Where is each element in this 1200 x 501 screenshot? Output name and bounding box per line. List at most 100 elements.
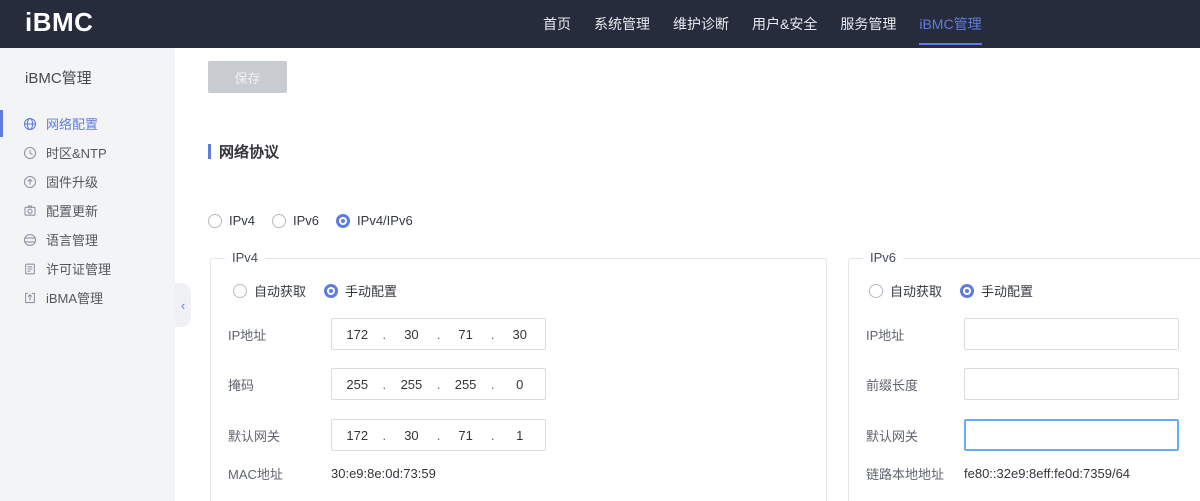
radio-icon[interactable]: [233, 284, 247, 298]
chevron-left-icon: ‹: [181, 298, 185, 313]
octet-input[interactable]: 255: [440, 377, 491, 392]
radio-label: IPv4: [229, 213, 255, 228]
ipv4-mask-input[interactable]: 255 . 255 . 255 . 0: [331, 368, 546, 400]
field-label: 前缀长度: [866, 375, 964, 394]
ipv6-fieldset: IPv6 自动获取 手动配置 IP地址 前缀长度 默认网关 链路本地地址: [848, 258, 1200, 501]
radio-icon-checked[interactable]: [336, 214, 350, 228]
field-label: MAC地址: [228, 464, 331, 483]
top-nav: 首页 系统管理 维护诊断 用户&安全 服务管理 iBMC管理: [543, 0, 982, 48]
ipv6-prefix-input[interactable]: [964, 368, 1179, 400]
radio-icon[interactable]: [208, 214, 222, 228]
octet-input[interactable]: 71: [440, 327, 491, 342]
ipv4-legend: IPv4: [225, 250, 265, 265]
radio-icon-checked[interactable]: [960, 284, 974, 298]
octet-input[interactable]: 0: [494, 377, 545, 392]
octet-input[interactable]: 30: [386, 327, 437, 342]
ipv6-legend: IPv6: [863, 250, 903, 265]
timezone-clock-icon: [23, 146, 37, 160]
nav-item-ibmc-management[interactable]: iBMC管理: [919, 0, 981, 48]
section-title: 网络协议: [219, 141, 279, 162]
octet-input[interactable]: 71: [440, 428, 491, 443]
ipv6-ip-input[interactable]: [964, 318, 1179, 350]
ipv6-gateway-input[interactable]: [964, 419, 1179, 451]
sidebar-item-label: 固件升级: [46, 172, 98, 191]
nav-item-home[interactable]: 首页: [543, 0, 571, 48]
section-accent-bar: [208, 144, 211, 159]
firmware-upgrade-icon: [23, 175, 37, 189]
field-label: 链路本地地址: [866, 464, 964, 483]
ipv6-link-local-row: 链路本地地址 fe80::32e9:8eff:fe0d:7359/64: [866, 463, 1130, 483]
octet-input[interactable]: 172: [332, 428, 383, 443]
config-update-icon: [23, 204, 37, 218]
sidebar-title: iBMC管理: [25, 67, 92, 88]
ipv6-mode-radio-group: 自动获取 手动配置: [869, 281, 1033, 300]
octet-input[interactable]: 255: [386, 377, 437, 392]
license-icon: [23, 262, 37, 276]
sidebar-item-firmware-upgrade[interactable]: 固件升级: [0, 167, 175, 196]
field-label: 掩码: [228, 375, 331, 394]
radio-label: 自动获取: [254, 281, 306, 300]
sidebar-item-label: 语言管理: [46, 230, 98, 249]
octet-input[interactable]: 255: [332, 377, 383, 392]
octet-input[interactable]: 30: [494, 327, 545, 342]
radio-icon[interactable]: [869, 284, 883, 298]
top-header: iBMC 首页 系统管理 维护诊断 用户&安全 服务管理 iBMC管理: [0, 0, 1200, 48]
radio-ipv4[interactable]: IPv4: [208, 213, 255, 228]
ipv6-ip-row: IP地址: [866, 318, 1179, 350]
save-button[interactable]: 保存: [208, 61, 287, 93]
ipv4-mode-radio-group: 自动获取 手动配置: [233, 281, 397, 300]
ipv4-gateway-input[interactable]: 172 . 30 . 71 . 1: [331, 419, 546, 451]
sidebar-item-label: 配置更新: [46, 201, 98, 220]
radio-label: 手动配置: [981, 281, 1033, 300]
ipv6-auto-radio[interactable]: 自动获取: [869, 281, 942, 300]
sidebar-item-label: 网络配置: [46, 114, 98, 133]
mac-address-value: 30:e9:8e:0d:73:59: [331, 466, 436, 481]
octet-input[interactable]: 1: [494, 428, 545, 443]
ipv4-manual-radio[interactable]: 手动配置: [324, 281, 397, 300]
language-icon: [23, 233, 37, 247]
radio-icon-checked[interactable]: [324, 284, 338, 298]
sidebar: iBMC管理 网络配置 时区&NTP 固件升: [0, 48, 175, 501]
nav-item-services[interactable]: 服务管理: [840, 0, 896, 48]
sidebar-item-license-management[interactable]: 许可证管理: [0, 254, 175, 283]
sidebar-item-label: 许可证管理: [46, 259, 111, 278]
ibmc-logo: iBMC: [25, 7, 93, 38]
ipv4-gateway-row: 默认网关 172 . 30 . 71 . 1: [228, 419, 546, 451]
sidebar-item-config-update[interactable]: 配置更新: [0, 196, 175, 225]
sidebar-menu: 网络配置 时区&NTP 固件升级 配置更: [0, 109, 175, 312]
protocol-radio-group: IPv4 IPv6 IPv4/IPv6: [208, 213, 413, 228]
nav-item-maintenance[interactable]: 维护诊断: [673, 0, 729, 48]
radio-label: 手动配置: [345, 281, 397, 300]
radio-ipv6[interactable]: IPv6: [272, 213, 319, 228]
radio-label: IPv4/IPv6: [357, 213, 413, 228]
ipv4-ip-row: IP地址 172 . 30 . 71 . 30: [228, 318, 546, 350]
radio-ipv4-ipv6[interactable]: IPv4/IPv6: [336, 213, 413, 228]
ipv6-manual-radio[interactable]: 手动配置: [960, 281, 1033, 300]
radio-label: 自动获取: [890, 281, 942, 300]
ipv4-mask-row: 掩码 255 . 255 . 255 . 0: [228, 368, 546, 400]
nav-item-user-security[interactable]: 用户&安全: [752, 0, 817, 48]
ipv4-auto-radio[interactable]: 自动获取: [233, 281, 306, 300]
sidebar-collapse-handle[interactable]: ‹: [175, 283, 191, 327]
ipv4-ip-input[interactable]: 172 . 30 . 71 . 30: [331, 318, 546, 350]
sidebar-item-timezone-ntp[interactable]: 时区&NTP: [0, 138, 175, 167]
sidebar-item-network-config[interactable]: 网络配置: [0, 109, 175, 138]
field-label: 默认网关: [866, 426, 964, 445]
ibma-icon: [23, 291, 37, 305]
radio-label: IPv6: [293, 213, 319, 228]
octet-input[interactable]: 30: [386, 428, 437, 443]
section-header: 网络协议: [208, 141, 279, 162]
ipv6-gateway-row: 默认网关: [866, 419, 1179, 451]
field-label: IP地址: [866, 325, 964, 344]
sidebar-item-label: 时区&NTP: [46, 143, 107, 162]
network-globe-icon: [23, 117, 37, 131]
radio-icon[interactable]: [272, 214, 286, 228]
sidebar-item-ibma-management[interactable]: iBMA管理: [0, 283, 175, 312]
main-content: 保存 网络协议 IPv4 IPv6 IPv4/IPv6 IPv4 自动获取: [175, 48, 1200, 501]
field-label: IP地址: [228, 325, 331, 344]
link-local-address-value: fe80::32e9:8eff:fe0d:7359/64: [964, 466, 1130, 481]
sidebar-item-label: iBMA管理: [46, 288, 103, 307]
sidebar-item-language-management[interactable]: 语言管理: [0, 225, 175, 254]
octet-input[interactable]: 172: [332, 327, 383, 342]
nav-item-system[interactable]: 系统管理: [594, 0, 650, 48]
